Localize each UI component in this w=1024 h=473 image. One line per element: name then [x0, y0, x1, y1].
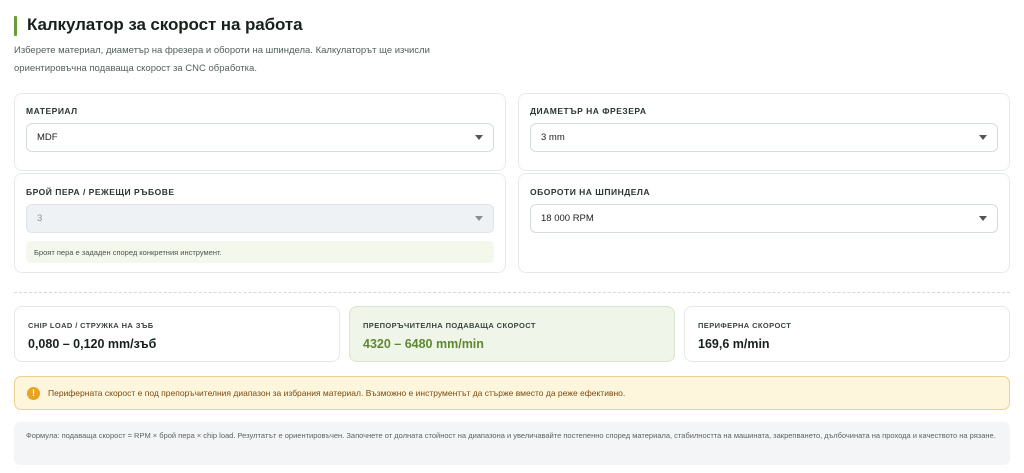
- warning-text: Периферната скорост е под препоръчителни…: [48, 388, 626, 398]
- flutes-label: БРОЙ ПЕРА / РЕЖЕЩИ РЪБОВЕ: [26, 187, 175, 197]
- material-card: МАТЕРИАЛ MDF: [14, 93, 506, 171]
- warning-banner: ! Периферната скорост е под препоръчител…: [14, 376, 1010, 410]
- diameter-select[interactable]: 3 mm: [530, 123, 998, 152]
- formula-note: Формула: подаваща скорост = RPM × брой п…: [14, 422, 1010, 465]
- material-label: МАТЕРИАЛ: [26, 106, 78, 116]
- diameter-value: 3 mm: [541, 132, 565, 143]
- material-select[interactable]: MDF: [26, 123, 494, 152]
- feed-rate-value: 4320 – 6480 mm/min: [363, 337, 484, 351]
- diameter-card: ДИАМЕТЪР НА ФРЕЗЕРА 3 mm: [518, 93, 1010, 171]
- flutes-value: 3: [37, 213, 43, 224]
- chevron-down-icon: [979, 135, 987, 140]
- rpm-label: ОБОРОТИ НА ШПИНДЕЛА: [530, 187, 651, 197]
- chevron-down-icon: [475, 216, 483, 221]
- exclamation-icon: !: [27, 387, 40, 400]
- chip-load-result: CHIP LOAD / СТРУЖКА НА ЗЪБ 0,080 – 0,120…: [14, 306, 340, 362]
- chip-load-label: CHIP LOAD / СТРУЖКА НА ЗЪБ: [28, 321, 154, 330]
- feed-rate-result: ПРЕПОРЪЧИТЕЛНА ПОДАВАЩА СКОРОСТ 4320 – 6…: [349, 306, 675, 362]
- chip-load-value: 0,080 – 0,120 mm/зъб: [28, 337, 157, 351]
- rpm-select[interactable]: 18 000 RPM: [530, 204, 998, 233]
- material-value: MDF: [37, 132, 58, 143]
- surface-speed-label: ПЕРИФЕРНА СКОРОСТ: [698, 321, 792, 330]
- rpm-value: 18 000 RPM: [541, 213, 594, 224]
- flutes-hint: Броят пера е зададен според конкретния и…: [26, 241, 494, 263]
- section-divider: [14, 292, 1010, 293]
- chevron-down-icon: [475, 135, 483, 140]
- page-title: Калкулатор за скорост на работа: [27, 15, 303, 34]
- chevron-down-icon: [979, 216, 987, 221]
- flutes-card: БРОЙ ПЕРА / РЕЖЕЩИ РЪБОВЕ 3 Броят пера е…: [14, 173, 506, 273]
- page-description: Изберете материал, диаметър на фрезера и…: [14, 45, 430, 74]
- surface-speed-value: 169,6 m/min: [698, 337, 770, 351]
- rpm-card: ОБОРОТИ НА ШПИНДЕЛА 18 000 RPM: [518, 173, 1010, 273]
- title-accent-bar: [14, 16, 17, 36]
- flutes-select[interactable]: 3: [26, 204, 494, 233]
- diameter-label: ДИАМЕТЪР НА ФРЕЗЕРА: [530, 106, 647, 116]
- surface-speed-result: ПЕРИФЕРНА СКОРОСТ 169,6 m/min: [684, 306, 1010, 362]
- feed-rate-label: ПРЕПОРЪЧИТЕЛНА ПОДАВАЩА СКОРОСТ: [363, 321, 536, 330]
